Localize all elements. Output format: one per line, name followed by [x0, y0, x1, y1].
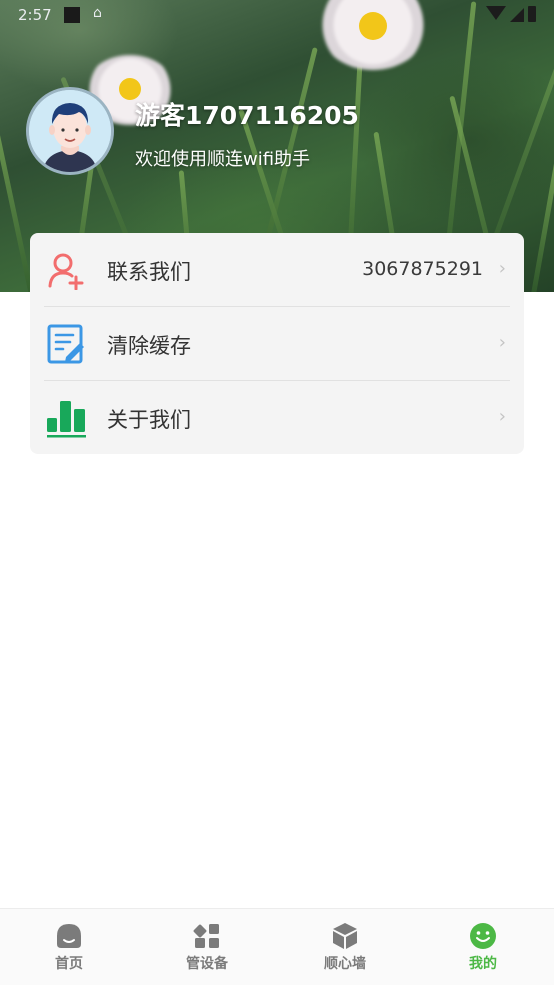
devices-icon — [193, 924, 219, 948]
tab-label: 管设备 — [186, 956, 228, 972]
username: 游客1707116205 — [135, 101, 359, 130]
box-icon — [333, 923, 357, 949]
menu-item-label: 联系我们 — [107, 260, 191, 284]
edit-document-icon — [47, 324, 84, 364]
notification-icon — [64, 7, 80, 23]
wifi-icon — [486, 6, 506, 20]
chevron-right-icon: › — [498, 406, 506, 427]
tab-label: 顺心墙 — [324, 956, 366, 972]
tab-mine[interactable]: 我的 — [414, 909, 552, 985]
signal-icon — [510, 8, 524, 22]
menu-item-label: 关于我们 — [107, 408, 191, 432]
welcome-message: 欢迎使用顺连wifi助手 — [135, 149, 311, 170]
bar-chart-icon — [47, 401, 86, 438]
tab-devices[interactable]: 管设备 — [138, 909, 276, 985]
contact-number: 3067875291 — [362, 258, 483, 280]
menu-item-contact-us[interactable]: 联系我们 3067875291 › — [30, 233, 524, 306]
battery-icon — [528, 6, 536, 22]
avatar-illustration-icon — [29, 90, 111, 172]
status-bar: 2:57 ⌂ — [0, 0, 554, 30]
chevron-right-icon: › — [498, 332, 506, 353]
tab-label: 首页 — [55, 956, 83, 972]
menu-item-clear-cache[interactable]: 清除缓存 › — [30, 307, 524, 380]
add-contact-icon — [48, 253, 84, 290]
status-time: 2:57 — [18, 6, 52, 24]
menu-item-about-us[interactable]: 关于我们 › — [30, 381, 524, 454]
chevron-right-icon: › — [498, 258, 506, 279]
settings-menu-card: 联系我们 3067875291 › 清除缓存 › 关于我们 › — [30, 233, 524, 454]
tab-label: 我的 — [469, 956, 497, 972]
bottom-navigation: 首页 管设备 顺心墙 我的 — [0, 908, 554, 985]
home-icon — [57, 924, 81, 948]
tab-home[interactable]: 首页 — [0, 909, 138, 985]
menu-item-label: 清除缓存 — [107, 334, 191, 358]
tab-wall[interactable]: 顺心墙 — [276, 909, 414, 985]
avatar[interactable] — [26, 87, 114, 175]
smiley-icon — [470, 923, 496, 949]
home-status-icon: ⌂ — [93, 5, 102, 21]
